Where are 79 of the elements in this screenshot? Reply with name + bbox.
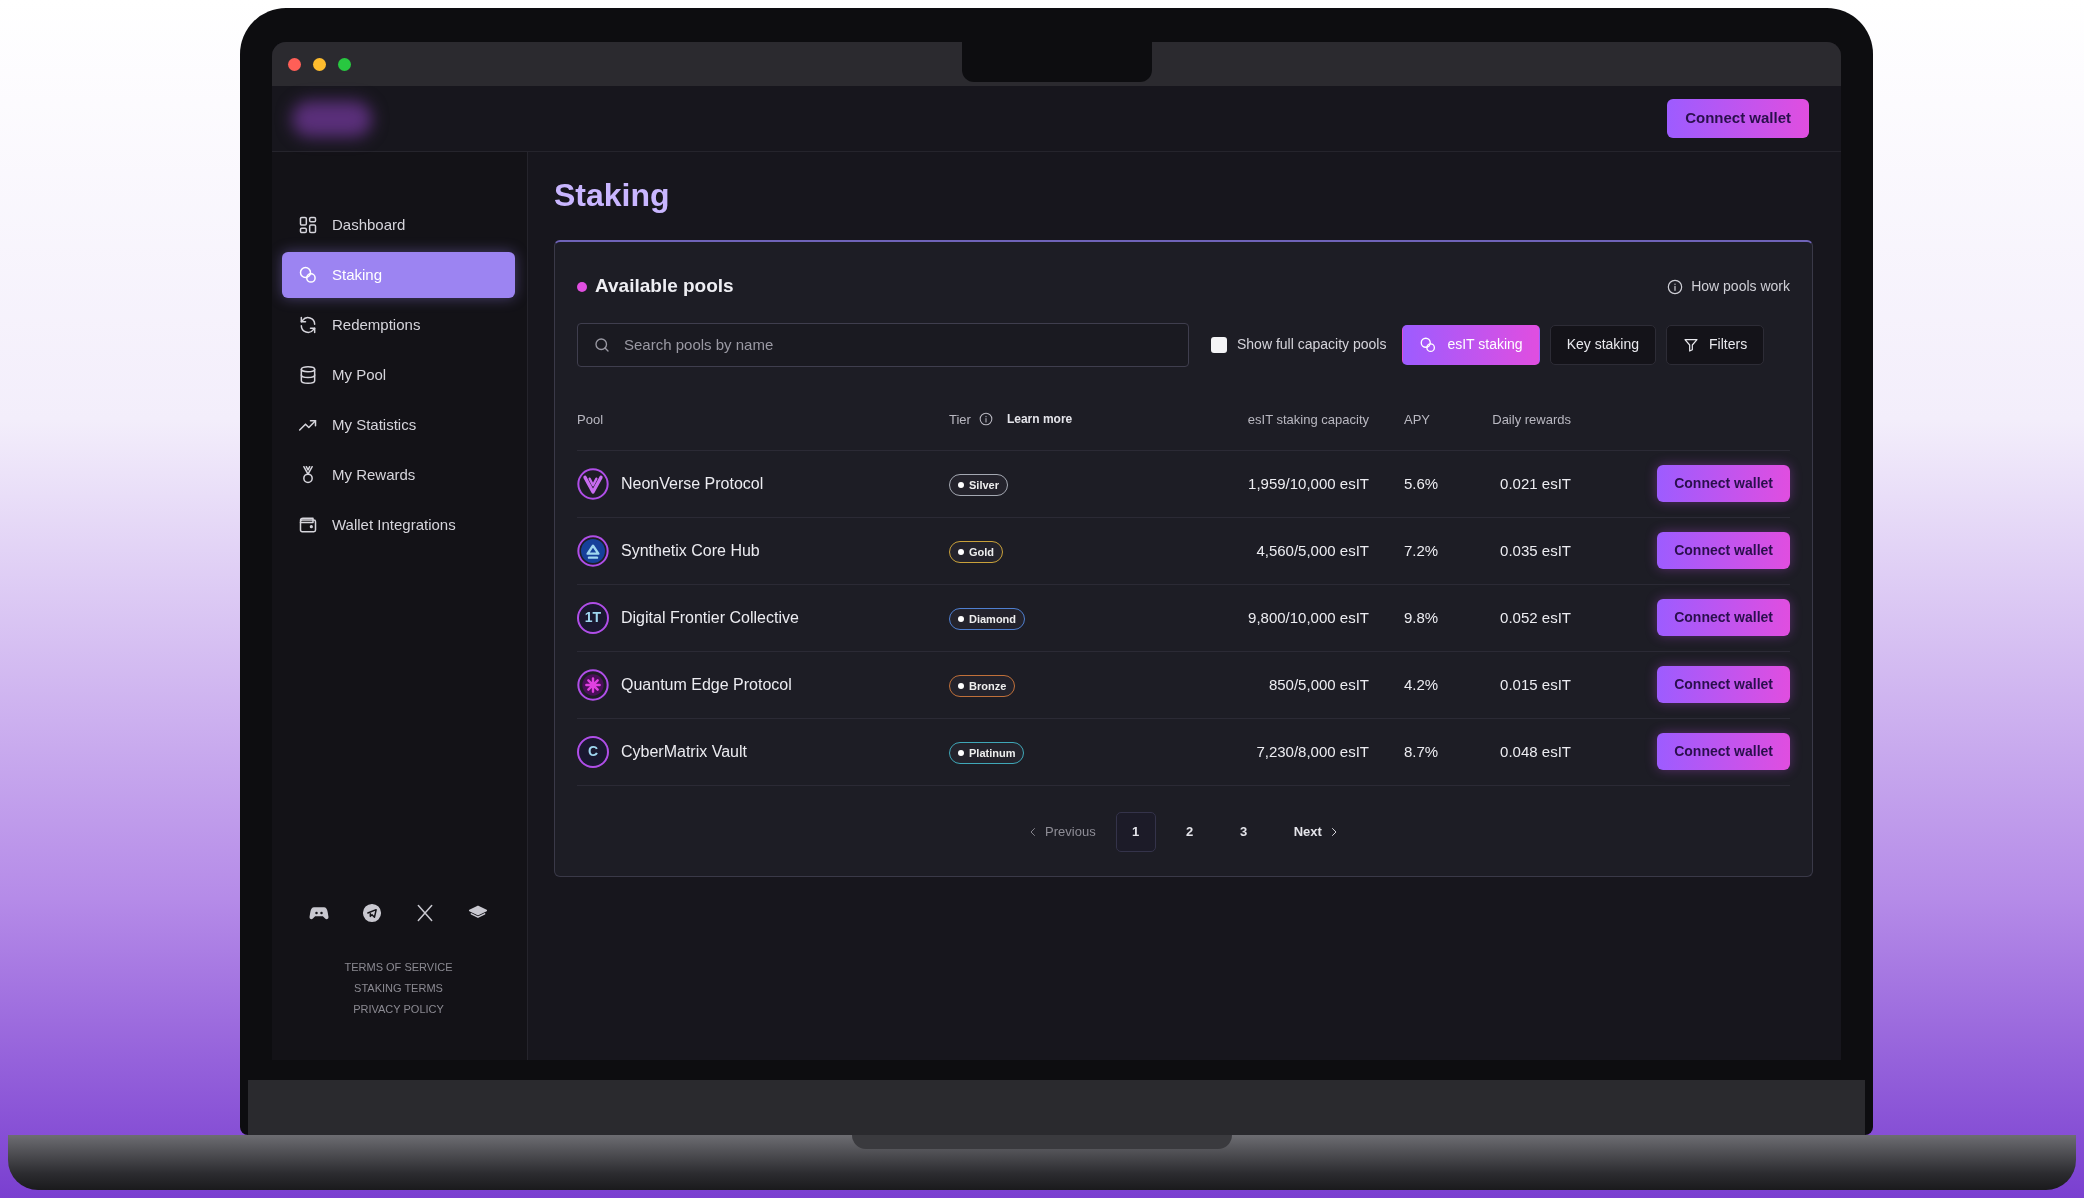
staking-tab[interactable]: Key staking xyxy=(1549,324,1657,365)
connect-wallet-button[interactable]: Connect wallet xyxy=(1657,532,1790,570)
database-icon xyxy=(298,365,318,385)
funnel-icon xyxy=(1683,336,1700,353)
column-header: APY xyxy=(1404,411,1430,427)
refresh-icon xyxy=(298,315,318,335)
page-number[interactable]: 2 xyxy=(1169,811,1210,852)
sidebar-item[interactable]: Dashboard xyxy=(282,202,515,248)
search-field[interactable]: Search pools by name xyxy=(577,322,1189,367)
checkbox[interactable] xyxy=(1211,336,1227,353)
learn-more-link[interactable]: Learn more xyxy=(1006,410,1073,429)
tier-tag: Bronze xyxy=(949,674,1016,697)
wallet-icon xyxy=(298,515,318,535)
pool-name: Digital Frontier Collective xyxy=(621,607,799,628)
next-page-link[interactable]: Next xyxy=(1287,821,1346,843)
connect-wallet-button[interactable]: Connect wallet xyxy=(1657,465,1790,503)
footer-link[interactable]: STAKING TERMS xyxy=(282,978,515,999)
section-title: Available pools xyxy=(595,274,734,299)
sidebar-item[interactable]: Wallet Integrations xyxy=(282,502,515,548)
minimize-window-dot[interactable] xyxy=(313,57,326,71)
status-dot xyxy=(577,281,587,292)
previous-page-link[interactable]: Previous xyxy=(1021,821,1102,843)
filters-button[interactable]: Filters xyxy=(1666,324,1765,365)
connect-wallet-button[interactable]: Connect wallet xyxy=(1657,733,1790,771)
checkbox-label: Show full capacity pools xyxy=(1237,335,1387,355)
grid-icon xyxy=(298,215,318,235)
pool-logo: C xyxy=(577,735,609,768)
page-number[interactable]: 3 xyxy=(1223,811,1264,852)
help-link[interactable]: How pools work xyxy=(1667,276,1790,298)
column-header: Daily rewards xyxy=(1492,411,1571,427)
page-title: Staking xyxy=(554,176,671,215)
apy-cell: 8.7% xyxy=(1404,742,1439,760)
close-window-dot[interactable] xyxy=(288,57,301,71)
daily-rewards-cell-text: 0.052 esIT xyxy=(1499,607,1571,628)
pool-logo: 1T xyxy=(577,601,609,634)
tier-tag: Gold xyxy=(949,540,1004,563)
coins-icon xyxy=(1419,335,1438,354)
daily-rewards-cell-text: 0.035 esIT xyxy=(1499,540,1571,561)
page-number[interactable]: 1 xyxy=(1115,811,1156,852)
tier-tag: Silver xyxy=(949,473,1008,496)
capacity-cell-text: 7,230/8,000 esIT xyxy=(1255,741,1369,762)
tier-tag: Platinum xyxy=(949,741,1025,764)
v-logo-icon xyxy=(577,467,609,500)
pool-name: Quantum Edge Protocol xyxy=(621,674,792,695)
capacity-cell-text: 9,800/10,000 esIT xyxy=(1247,607,1369,628)
capacity-cell-text: 1,959/10,000 esIT xyxy=(1247,473,1369,494)
sidebar-item[interactable]: My Rewards xyxy=(282,452,515,498)
apy-cell: 7.2% xyxy=(1404,541,1439,559)
pool-name: CyberMatrix Vault xyxy=(621,741,747,762)
capacity-cell-text: 850/5,000 esIT xyxy=(1267,674,1369,695)
apy-cell: 5.6% xyxy=(1404,474,1439,492)
coins-icon xyxy=(298,265,318,285)
apy-cell: 9.8% xyxy=(1404,608,1439,626)
column-header: esIT staking capacity xyxy=(1247,411,1369,427)
daily-rewards-cell-text: 0.021 esIT xyxy=(1499,473,1571,494)
info-icon xyxy=(1667,278,1684,295)
daily-rewards-cell-text: 0.015 esIT xyxy=(1499,674,1571,695)
footer-link[interactable]: TERMS OF SERVICE xyxy=(282,957,515,978)
info-icon xyxy=(978,412,993,427)
apy-cell: 4.2% xyxy=(1404,675,1439,693)
pool-name: NeonVerse Protocol xyxy=(621,473,764,494)
connect-wallet-button[interactable]: Connect wallet xyxy=(1667,99,1809,138)
column-header: Tier xyxy=(949,410,971,429)
sidebar-item[interactable]: Redemptions xyxy=(282,302,515,348)
staking-tab[interactable]: esIT staking xyxy=(1402,324,1540,365)
footer-link[interactable]: PRIVACY POLICY xyxy=(282,999,515,1020)
tier-tag: Diamond xyxy=(949,607,1026,630)
sidebar-item[interactable]: My Pool xyxy=(282,352,515,398)
paper-plane-icon[interactable] xyxy=(361,903,382,923)
column-header: Pool xyxy=(577,410,605,429)
connect-wallet-button[interactable]: Connect wallet xyxy=(1657,666,1790,704)
spark-logo-icon xyxy=(577,668,609,701)
pool-name: Synthetix Core Hub xyxy=(621,540,760,561)
triangle-logo-icon xyxy=(577,534,609,567)
maximize-window-dot[interactable] xyxy=(338,57,351,71)
sidebar-item[interactable]: My Statistics xyxy=(282,402,515,448)
daily-rewards-cell-text: 0.048 esIT xyxy=(1499,741,1571,762)
capacity-cell-text: 4,560/5,000 esIT xyxy=(1255,540,1369,561)
connect-wallet-button[interactable]: Connect wallet xyxy=(1657,599,1790,637)
